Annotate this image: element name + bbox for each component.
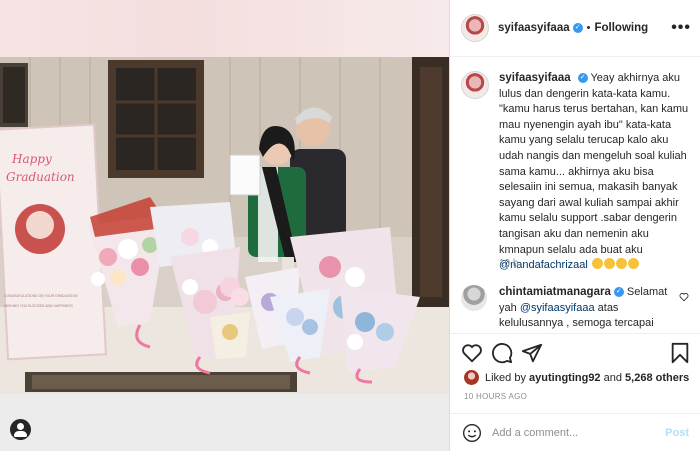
heart-icon[interactable] (461, 342, 483, 364)
caption-text: Yeay akhirnya aku lulus dan dengerin kat… (499, 72, 689, 256)
post-modal: Happy Graduation CONGRATULATIONS ON YOUR… (0, 0, 700, 451)
verified-icon: ✓ (572, 23, 583, 33)
backdrop-bottom (0, 394, 449, 451)
post-timestamp[interactable]: 10 HOURS AGO (464, 392, 527, 401)
sign-title-2: Graduation (6, 170, 75, 184)
post-comment-button[interactable]: Post (665, 427, 689, 439)
action-icons (450, 334, 700, 368)
emoji-icon (603, 258, 615, 270)
caption: syifaasyifaaa ✓ Yeay akhirnya aku lulus d… (461, 71, 689, 274)
emoji-icon (627, 258, 639, 270)
likes-and: and (603, 371, 622, 384)
sign-congrats: CONGRATULATIONS ON YOUR GRADUATION (4, 294, 78, 298)
post-sidebar: syifaasyifaaa ✓ • Following ••• syifaasy… (449, 0, 700, 451)
emoji-picker-icon[interactable] (462, 423, 482, 443)
graduation-photo: Happy Graduation CONGRATULATIONS ON YOUR… (0, 57, 449, 394)
liker-avatar[interactable] (464, 370, 479, 385)
following-button[interactable]: Following (594, 22, 648, 34)
action-area: Liked by ayutingting92 and 5,268 others … (450, 333, 700, 451)
commenter-avatar[interactable] (461, 285, 487, 311)
emoji-icon (615, 258, 627, 270)
comment-text-block: chintamiatmanagara ✓ Selamat yah @syifaas… (499, 285, 671, 332)
backdrop-top (0, 0, 449, 57)
likes-summary: Liked by ayutingting92 and 5,268 others (464, 370, 689, 385)
author-username[interactable]: syifaasyifaaa (498, 22, 570, 34)
commenter-username[interactable]: chintamiatmanagara (499, 286, 611, 298)
sign-wish: WISHING YOU SUCCESS AND HAPPINESS (4, 304, 73, 308)
profile-icon[interactable] (10, 419, 31, 440)
caption-avatar[interactable] (461, 71, 489, 99)
emoji-icon (591, 258, 603, 270)
post-photo[interactable]: Happy Graduation CONGRATULATIONS ON YOUR… (0, 57, 449, 394)
comment-mention[interactable]: @syifaasyifaaa (520, 302, 595, 314)
add-comment-bar: Add a comment... Post (450, 413, 700, 451)
author-avatar[interactable] (461, 14, 489, 42)
comments-section[interactable]: syifaasyifaaa ✓ Yeay akhirnya aku lulus d… (450, 57, 700, 333)
caption-text-block: syifaasyifaaa ✓ Yeay akhirnya aku lulus d… (499, 71, 689, 274)
share-icon[interactable] (521, 342, 543, 364)
save-icon[interactable] (669, 342, 691, 364)
verified-icon: ✓ (613, 287, 624, 298)
verified-icon: ✓ (577, 73, 588, 84)
comment-icon[interactable] (491, 342, 513, 364)
liker-username[interactable]: ayutingting92 (529, 372, 601, 384)
like-comment-icon[interactable] (679, 292, 689, 302)
caption-time[interactable]: 10 h (499, 258, 518, 269)
liked-by-prefix: Liked by (485, 371, 526, 384)
sign-title-1: Happy (11, 152, 52, 166)
likes-others-count[interactable]: 5,268 others (625, 372, 689, 384)
comment-item: chintamiatmanagara ✓ Selamat yah @syifaas… (461, 285, 671, 332)
caption-username[interactable]: syifaasyifaaa (499, 72, 571, 84)
more-options-icon[interactable]: ••• (671, 19, 691, 37)
comment-input[interactable]: Add a comment... (492, 427, 665, 439)
post-header: syifaasyifaaa ✓ • Following ••• (450, 0, 700, 57)
separator-dot: • (586, 22, 591, 34)
